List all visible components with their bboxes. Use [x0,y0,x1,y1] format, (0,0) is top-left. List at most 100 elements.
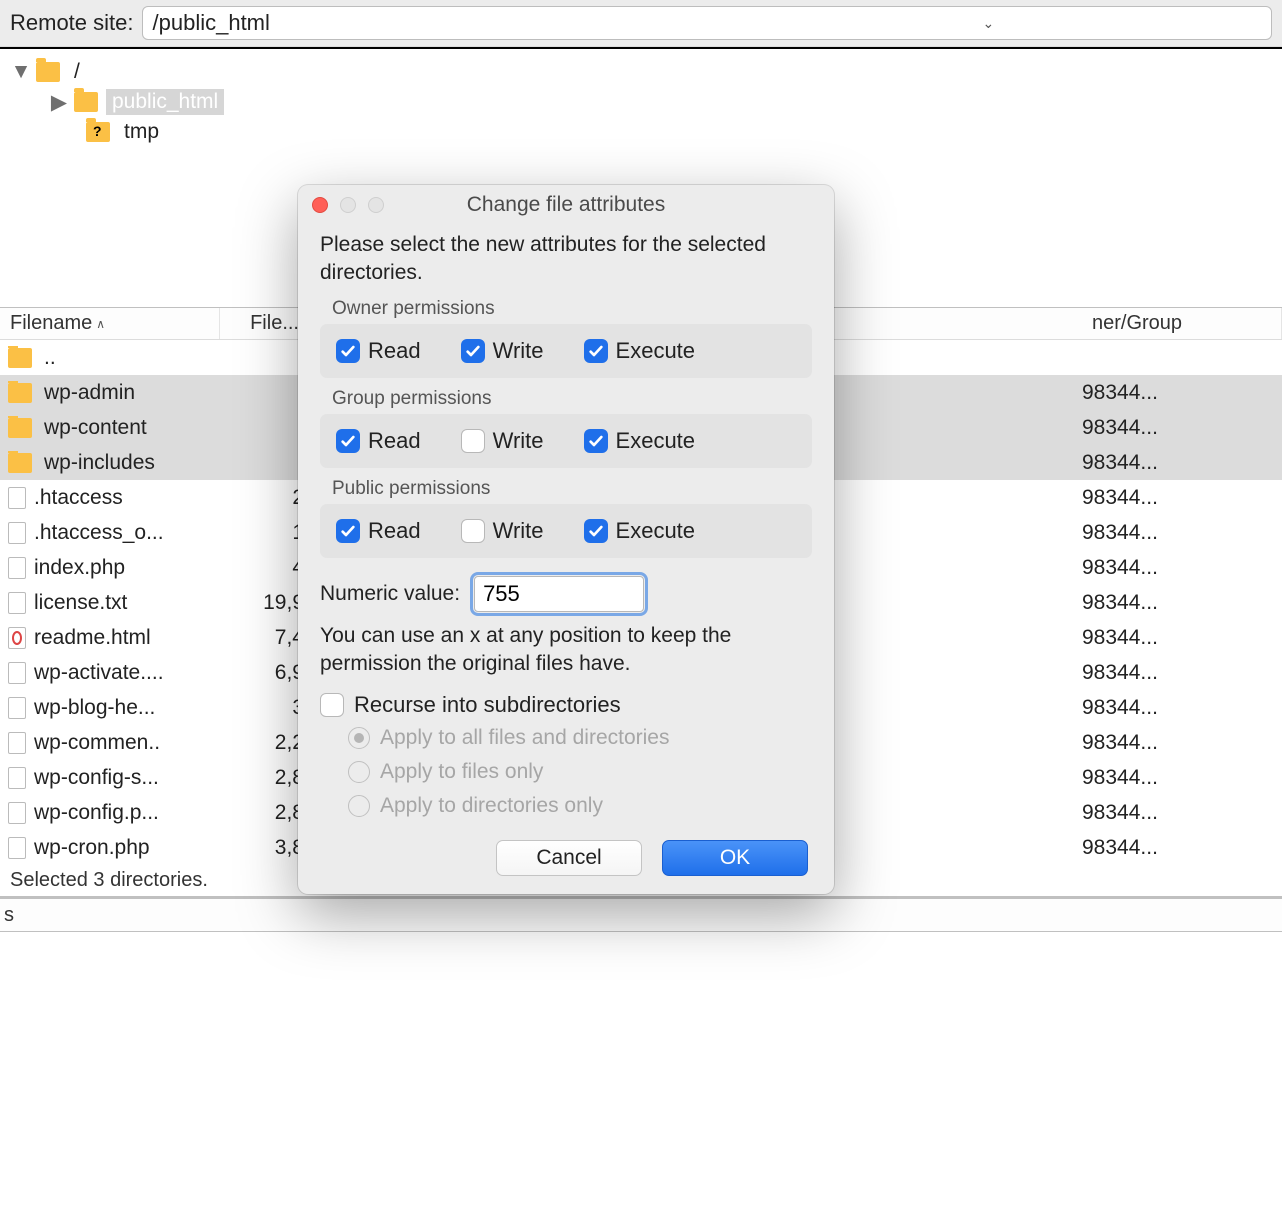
file-owner: 98344... [1082,556,1282,580]
file-icon [8,662,26,684]
file-icon [8,837,26,859]
group-permissions: Read Write Execute [320,414,812,468]
checkbox[interactable] [461,519,485,543]
remote-site-bar: Remote site: /public_html ⌄ [0,0,1282,47]
file-icon [8,802,26,824]
tree-item-public-html[interactable]: ▶ public_html [4,87,1278,117]
file-name: wp-includes [44,451,155,475]
folder-icon [36,62,60,82]
remote-path-combo[interactable]: /public_html ⌄ [142,6,1273,40]
radio-apply-files: Apply to files only [348,760,812,784]
file-icon [8,732,26,754]
group-write-check[interactable]: Write [461,428,544,454]
tree-item-label: tmp [118,119,165,145]
change-attributes-dialog: Change file attributes Please select the… [298,185,834,894]
owner-write-check[interactable]: Write [461,338,544,364]
file-size: 2 [220,486,310,510]
zoom-icon [368,197,384,213]
disclosure-down-icon[interactable]: ▼ [10,60,32,84]
close-icon[interactable] [312,197,328,213]
file-owner: 98344... [1082,661,1282,685]
tree-root-row[interactable]: ▼ / [4,57,1278,87]
file-name: wp-blog-he... [34,696,155,720]
file-size: 1 [220,521,310,545]
file-name: wp-activate.... [34,661,164,685]
file-name: index.php [34,556,125,580]
tree-item-tmp[interactable]: ? tmp [4,117,1278,147]
file-name: .htaccess_o... [34,521,164,545]
public-group-label: Public permissions [332,478,812,500]
file-owner: 98344... [1082,486,1282,510]
group-execute-check[interactable]: Execute [584,428,696,454]
owner-execute-check[interactable]: Execute [584,338,696,364]
radio-icon [348,795,370,817]
file-icon [8,522,26,544]
file-icon [8,697,26,719]
tree-root-label: / [68,59,86,85]
chevron-down-icon[interactable]: ⌄ [710,15,1267,32]
checkbox[interactable] [461,339,485,363]
numeric-hint: You can use an x at any position to keep… [320,622,812,679]
file-name: .htaccess [34,486,123,510]
checkbox[interactable] [336,339,360,363]
sort-ascending-icon: ∧ [96,317,105,331]
checkbox[interactable] [584,429,608,453]
html-file-icon [8,627,26,649]
folder-icon [8,453,32,473]
file-owner: 98344... [1082,836,1282,860]
checkbox[interactable] [584,519,608,543]
group-group-label: Group permissions [332,388,812,410]
file-icon [8,767,26,789]
radio-apply-dirs: Apply to directories only [348,794,812,818]
group-read-check[interactable]: Read [336,428,421,454]
file-owner: 98344... [1082,591,1282,615]
file-owner: 98344... [1082,451,1282,475]
radio-icon [348,761,370,783]
checkbox[interactable] [336,519,360,543]
column-filename[interactable]: Filename ∧ [0,308,220,339]
file-size: 4 [220,556,310,580]
file-name: wp-cron.php [34,836,150,860]
public-execute-check[interactable]: Execute [584,518,696,544]
remote-path-value: /public_html [153,10,710,36]
column-owner[interactable]: ner/Group [1082,308,1282,339]
file-icon [8,557,26,579]
file-name: license.txt [34,591,127,615]
file-owner: 98344... [1082,731,1282,755]
dialog-instruction: Please select the new attributes for the… [320,231,812,288]
public-write-check[interactable]: Write [461,518,544,544]
checkbox[interactable] [461,429,485,453]
file-icon [8,592,26,614]
file-size: 7,4 [220,626,310,650]
file-owner: 98344... [1082,416,1282,440]
folder-icon [8,418,32,438]
file-owner: 98344... [1082,626,1282,650]
cancel-button[interactable]: Cancel [496,840,642,876]
checkbox[interactable] [336,429,360,453]
owner-group-label: Owner permissions [332,298,812,320]
file-owner: 98344... [1082,801,1282,825]
checkbox[interactable] [584,339,608,363]
column-filesize[interactable]: File... [220,308,310,339]
file-size: 19,9 [220,591,310,615]
file-size: 3,8 [220,836,310,860]
file-size: 2,2 [220,731,310,755]
owner-read-check[interactable]: Read [336,338,421,364]
folder-icon [8,348,32,368]
file-icon [8,487,26,509]
folder-icon [74,92,98,112]
bottom-strip: s [0,898,1282,932]
file-size: 2,8 [220,766,310,790]
public-permissions: Read Write Execute [320,504,812,558]
file-name: wp-config-s... [34,766,159,790]
folder-unknown-icon: ? [86,122,110,142]
tree-item-label: public_html [106,89,224,115]
file-name: wp-commen.. [34,731,160,755]
file-owner: 98344... [1082,696,1282,720]
recurse-checkbox[interactable] [320,693,344,717]
disclosure-right-icon[interactable]: ▶ [48,90,70,115]
file-owner: 98344... [1082,521,1282,545]
ok-button[interactable]: OK [662,840,808,876]
numeric-value-input[interactable] [474,576,644,612]
public-read-check[interactable]: Read [336,518,421,544]
